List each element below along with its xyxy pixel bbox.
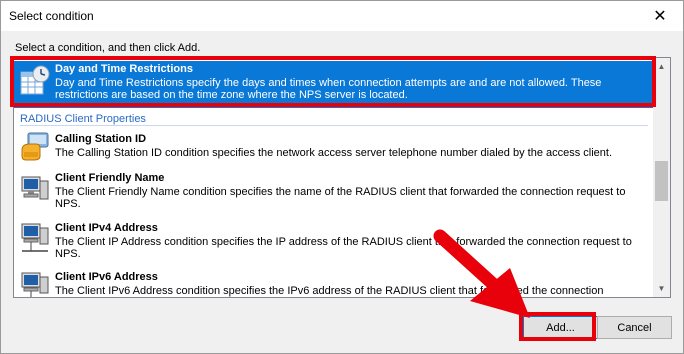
condition-description: The Client IP Address condition specifie…: [55, 236, 632, 260]
add-button[interactable]: Add...: [523, 316, 598, 339]
condition-name: Client IPv6 Address: [55, 271, 158, 283]
phone-icon: [21, 132, 49, 161]
condition-list[interactable]: Day and Time Restrictions Day and Time R…: [13, 57, 671, 298]
condition-description: The Client Friendly Name condition speci…: [55, 186, 626, 210]
computer-icon: [21, 176, 49, 200]
network-computer-icon: [21, 223, 49, 252]
condition-description: The Client IPv6 Address condition specif…: [55, 285, 604, 297]
condition-name: Day and Time Restrictions: [55, 63, 193, 75]
scroll-thumb[interactable]: [655, 161, 668, 201]
condition-item-client-friendly-name[interactable]: Client Friendly Name The Client Friendly…: [14, 170, 654, 214]
scroll-up-arrow-icon[interactable]: ▲: [653, 58, 670, 75]
condition-description: The Calling Station ID condition specifi…: [55, 147, 613, 159]
window-title: Select condition: [9, 9, 94, 23]
scroll-down-arrow-icon[interactable]: ▼: [653, 280, 670, 297]
network-computer-icon: [21, 272, 49, 297]
condition-item-day-time[interactable]: Day and Time Restrictions Day and Time R…: [14, 61, 654, 108]
condition-item-client-ipv6[interactable]: Client IPv6 Address The Client IPv6 Addr…: [14, 269, 654, 297]
condition-description: Day and Time Restrictions specify the da…: [55, 77, 602, 101]
vertical-scrollbar[interactable]: ▲ ▼: [653, 58, 670, 297]
close-icon: ✕: [653, 8, 667, 25]
cancel-button[interactable]: Cancel: [597, 316, 672, 339]
condition-name: Client IPv4 Address: [55, 222, 158, 234]
condition-name: Client Friendly Name: [55, 172, 165, 184]
condition-name: Calling Station ID: [55, 133, 147, 145]
condition-item-client-ipv4[interactable]: Client IPv4 Address The Client IP Addres…: [14, 220, 654, 264]
group-divider: [20, 125, 648, 126]
condition-item-calling-station-id[interactable]: Calling Station ID The Calling Station I…: [14, 130, 654, 164]
select-condition-dialog: Select condition ✕ Select a condition, a…: [0, 0, 684, 354]
title-bar: Select condition ✕: [1, 1, 683, 31]
instruction-text: Select a condition, and then click Add.: [15, 42, 201, 54]
group-header-radius-client: RADIUS Client Properties: [20, 113, 146, 125]
calendar-clock-icon: [20, 65, 50, 95]
close-button[interactable]: ✕: [637, 1, 683, 31]
